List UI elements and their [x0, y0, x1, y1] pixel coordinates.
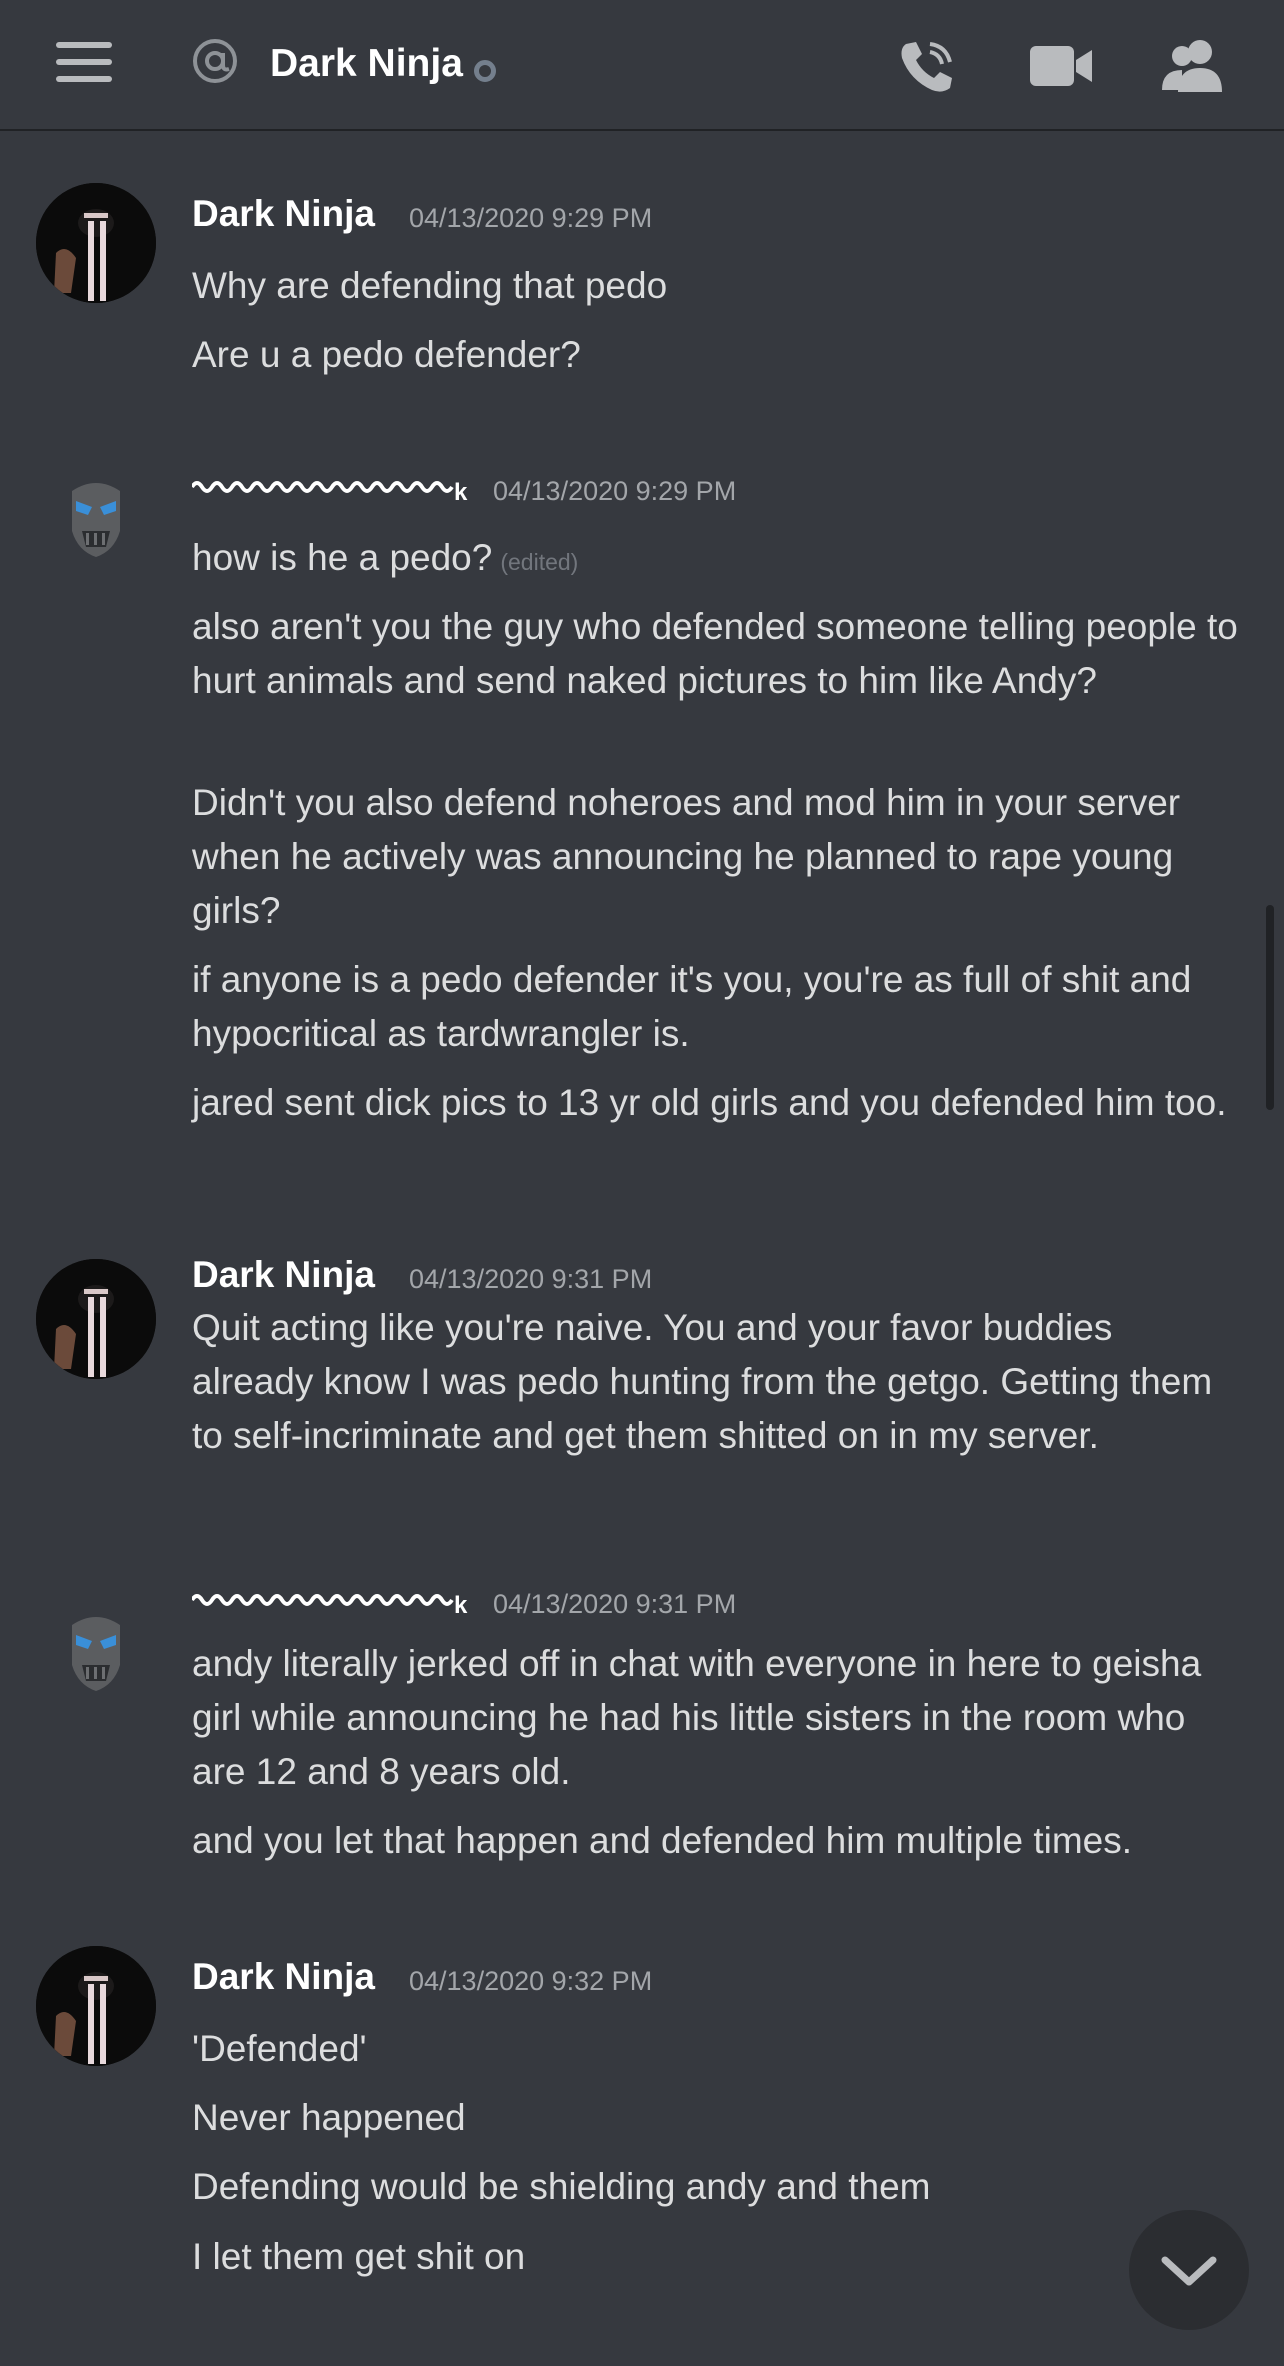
phone-call-icon[interactable] [896, 36, 958, 101]
username-decoration [192, 481, 454, 493]
message-text: I let them get shit on [192, 2236, 526, 2277]
avatar[interactable] [36, 183, 156, 303]
hamburger-menu-icon[interactable] [52, 42, 116, 92]
message-text: 'Defended' [192, 2028, 367, 2069]
avatar[interactable] [36, 1259, 156, 1379]
message-author[interactable]: k [454, 479, 467, 507]
channel-title: Dark Ninja [270, 42, 463, 85]
avatar[interactable] [36, 1946, 156, 2066]
status-indicator [474, 60, 496, 82]
message-text: andy literally jerked off in chat with e… [192, 1643, 1202, 1792]
message-author[interactable]: Dark Ninja [192, 1956, 375, 1998]
message-text: Quit acting like you're naive. You and y… [192, 1307, 1213, 1456]
message-text: how is he a pedo? (edited) [192, 531, 1242, 589]
message-text: Defending would be shielding andy and th… [192, 2166, 931, 2207]
message-text: Didn't you also defend noheroes and mod … [192, 782, 1181, 931]
message-text: also aren't you the guy who defended som… [192, 606, 1238, 701]
avatar[interactable] [36, 1595, 156, 1715]
at-sign-icon [190, 36, 240, 91]
edited-label: (edited) [500, 549, 579, 575]
message-text-content: how is he a pedo? [192, 537, 493, 578]
channel-header: Dark Ninja [0, 0, 1284, 131]
username-decoration [192, 1594, 454, 1606]
message-timestamp: 04/13/2020 9:29 PM [493, 476, 737, 506]
scrollbar[interactable] [1266, 905, 1274, 1110]
chevron-down-icon [1161, 2256, 1217, 2286]
message-text: Never happened [192, 2097, 466, 2138]
avatar[interactable] [36, 461, 156, 581]
message-text: if anyone is a pedo defender it's you, y… [192, 959, 1192, 1054]
message-timestamp: 04/13/2020 9:31 PM [493, 1589, 737, 1619]
message-timestamp: 04/13/2020 9:29 PM [409, 203, 653, 233]
message-timestamp: 04/13/2020 9:32 PM [409, 1966, 653, 1996]
message-text: and you let that happen and defended him… [192, 1820, 1133, 1861]
jump-to-present-button[interactable] [1129, 2210, 1249, 2330]
message-text: Are u a pedo defender? [192, 334, 581, 375]
message-text: jared sent dick pics to 13 yr old girls … [192, 1082, 1227, 1123]
message-text: Why are defending that pedo [192, 265, 668, 306]
message-timestamp: 04/13/2020 9:31 PM [409, 1264, 653, 1294]
video-camera-icon[interactable] [1030, 42, 1094, 95]
message-author[interactable]: k [454, 1592, 467, 1620]
message-author[interactable]: Dark Ninja [192, 193, 375, 235]
message-author[interactable]: Dark Ninja [192, 1254, 375, 1296]
members-icon[interactable] [1160, 36, 1226, 101]
